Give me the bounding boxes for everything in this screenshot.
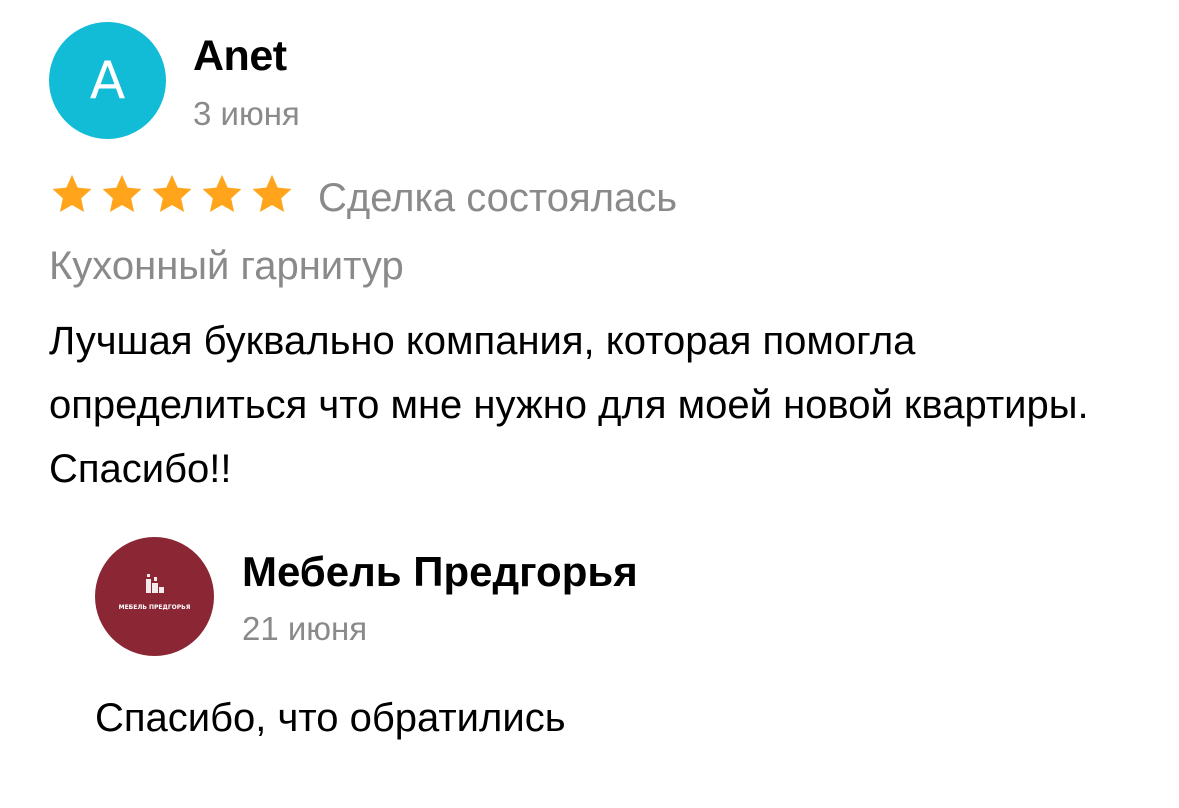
reply-text: Спасибо, что обратились	[95, 696, 566, 740]
reply-date: 21 июня	[242, 610, 368, 647]
review-text: Лучшая буквально компания, которая помог…	[49, 319, 1089, 491]
review-product: Кухонный гарнитур	[49, 244, 404, 288]
reply-avatar[interactable]: МЕБЕЛЬ ПРЕДГОРЬЯ	[95, 537, 214, 656]
company-logo-icon: МЕБЕЛЬ ПРЕДГОРЬЯ	[119, 574, 191, 611]
star-icon	[52, 174, 92, 212]
reply-author-name[interactable]: Мебель Предгорья	[242, 546, 638, 598]
review-author-name[interactable]: Anet	[193, 30, 287, 82]
star-icon	[252, 174, 292, 212]
star-icon	[152, 174, 192, 212]
review-date: 3 июня	[193, 95, 300, 132]
avatar-letter: A	[89, 50, 126, 111]
star-rating	[50, 172, 294, 216]
review-avatar[interactable]: A	[49, 22, 166, 139]
deal-status: Сделка состоялась	[318, 176, 678, 220]
logo-caption: МЕБЕЛЬ ПРЕДГОРЬЯ	[119, 604, 191, 611]
star-icon	[202, 174, 242, 212]
star-icon	[102, 174, 142, 212]
